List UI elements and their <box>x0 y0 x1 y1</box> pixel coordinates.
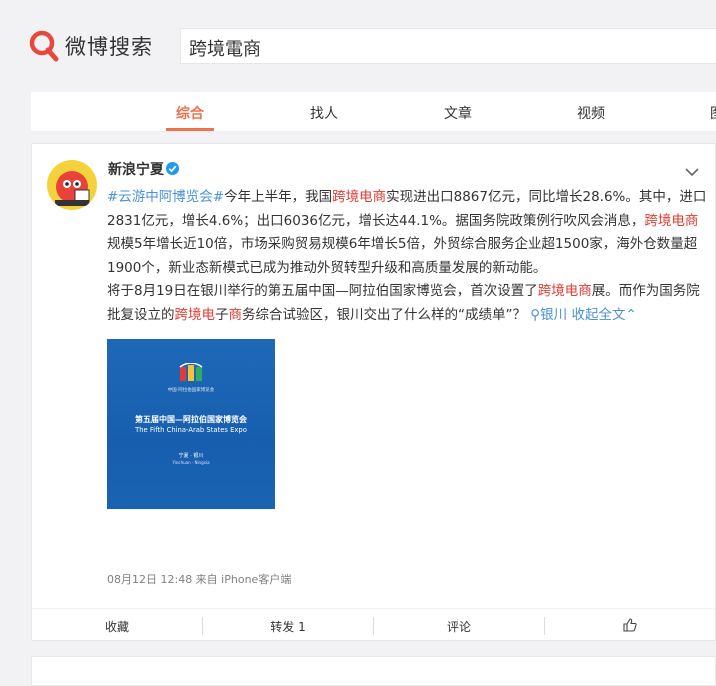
avatar[interactable] <box>47 160 97 210</box>
collect-button[interactable]: 收藏 <box>32 618 202 635</box>
collapse-link[interactable]: 收起全文 <box>567 307 625 323</box>
location-link[interactable]: ⚲银川 <box>526 307 567 323</box>
highlight-keyword: 跨境电商 <box>644 212 699 229</box>
post-content: #云游中阿博览会#今年上半年，我国跨境电商实现进出口8867亿元，同比增长28.… <box>107 186 707 328</box>
post-text: 将于8月19日在银川举行的第五届中国—阿拉伯国家博览会，首次设置了 <box>107 283 538 300</box>
highlight-keyword: 跨境电 <box>174 306 216 323</box>
verified-icon <box>166 162 179 175</box>
thumbs-up-icon <box>623 618 637 632</box>
highlight-keyword: 商 <box>228 306 243 323</box>
tab-people[interactable]: 找人 <box>310 103 338 123</box>
chevron-up-icon[interactable]: ⌃ <box>625 307 636 323</box>
logo-text: 微博搜索 <box>65 35 153 59</box>
next-post-card <box>31 656 716 686</box>
chevron-down-icon[interactable] <box>684 162 700 181</box>
tab-articles[interactable]: 文章 <box>444 103 472 123</box>
active-tab-underline <box>166 128 214 131</box>
post-text: 今年上半年，我国 <box>224 189 333 205</box>
image-title-en: The Fifth China-Arab States Expo <box>135 426 247 434</box>
post-text: 务综合试验区，银川交出了什么样的“成绩单”？ <box>242 306 526 323</box>
hashtag-link[interactable]: #云游中阿博览会# <box>107 189 224 205</box>
image-place-en: Yinchuan · Ningxia <box>172 460 210 465</box>
post-text: 规模5年增长近10倍，市场采购贸易规模6年增长5倍，外贸综合服务企业超1500家… <box>107 236 698 276</box>
username[interactable]: 新浪宁夏 <box>108 159 164 179</box>
search-logo-icon <box>29 30 59 62</box>
post-paragraph-2: 将于8月19日在银川举行的第五届中国—阿拉伯国家博览会，首次设置了跨境电商展。而… <box>107 280 707 327</box>
search-input[interactable]: 跨境電商 <box>180 28 716 64</box>
post-text: 子 <box>215 306 229 323</box>
weibo-search-logo[interactable]: 微博搜索 <box>29 30 153 62</box>
search-tabs: 综合 找人 文章 视频 图 <box>31 92 716 132</box>
repost-button[interactable]: 转发 1 <box>203 618 373 635</box>
image-place: 宁夏 · 银川 <box>178 453 204 459</box>
highlight-keyword: 跨境电商 <box>537 283 592 300</box>
post-image[interactable]: 中国-阿拉伯国家博览会 第五届中国—阿拉伯国家博览会 The Fifth Chi… <box>107 339 275 509</box>
image-top-text: 中国-阿拉伯国家博览会 <box>167 388 215 393</box>
tab-comprehensive[interactable]: 综合 <box>176 103 204 123</box>
tab-videos[interactable]: 视频 <box>577 103 605 123</box>
comment-button[interactable]: 评论 <box>374 618 544 635</box>
top-bar: 微博搜索 跨境電商 <box>0 0 716 92</box>
post-meta[interactable]: 08月12日 12:48 来自 iPhone客户端 <box>107 571 291 587</box>
weibo-post-card: 新浪宁夏 #云游中阿博览会#今年上半年，我国跨境电商实现进出口8867亿元，同比… <box>31 143 716 641</box>
image-title-cn: 第五届中国—阿拉伯国家博览会 <box>135 415 247 424</box>
tab-more-cutoff[interactable]: 图 <box>710 103 716 123</box>
like-button[interactable] <box>545 618 715 635</box>
highlight-keyword: 跨境电商 <box>332 189 387 205</box>
expo-emblem-icon <box>179 363 203 381</box>
post-actions: 收藏 转发 1 评论 <box>32 608 715 642</box>
post-paragraph-1: #云游中阿博览会#今年上半年，我国跨境电商实现进出口8867亿元，同比增长28.… <box>107 186 707 280</box>
